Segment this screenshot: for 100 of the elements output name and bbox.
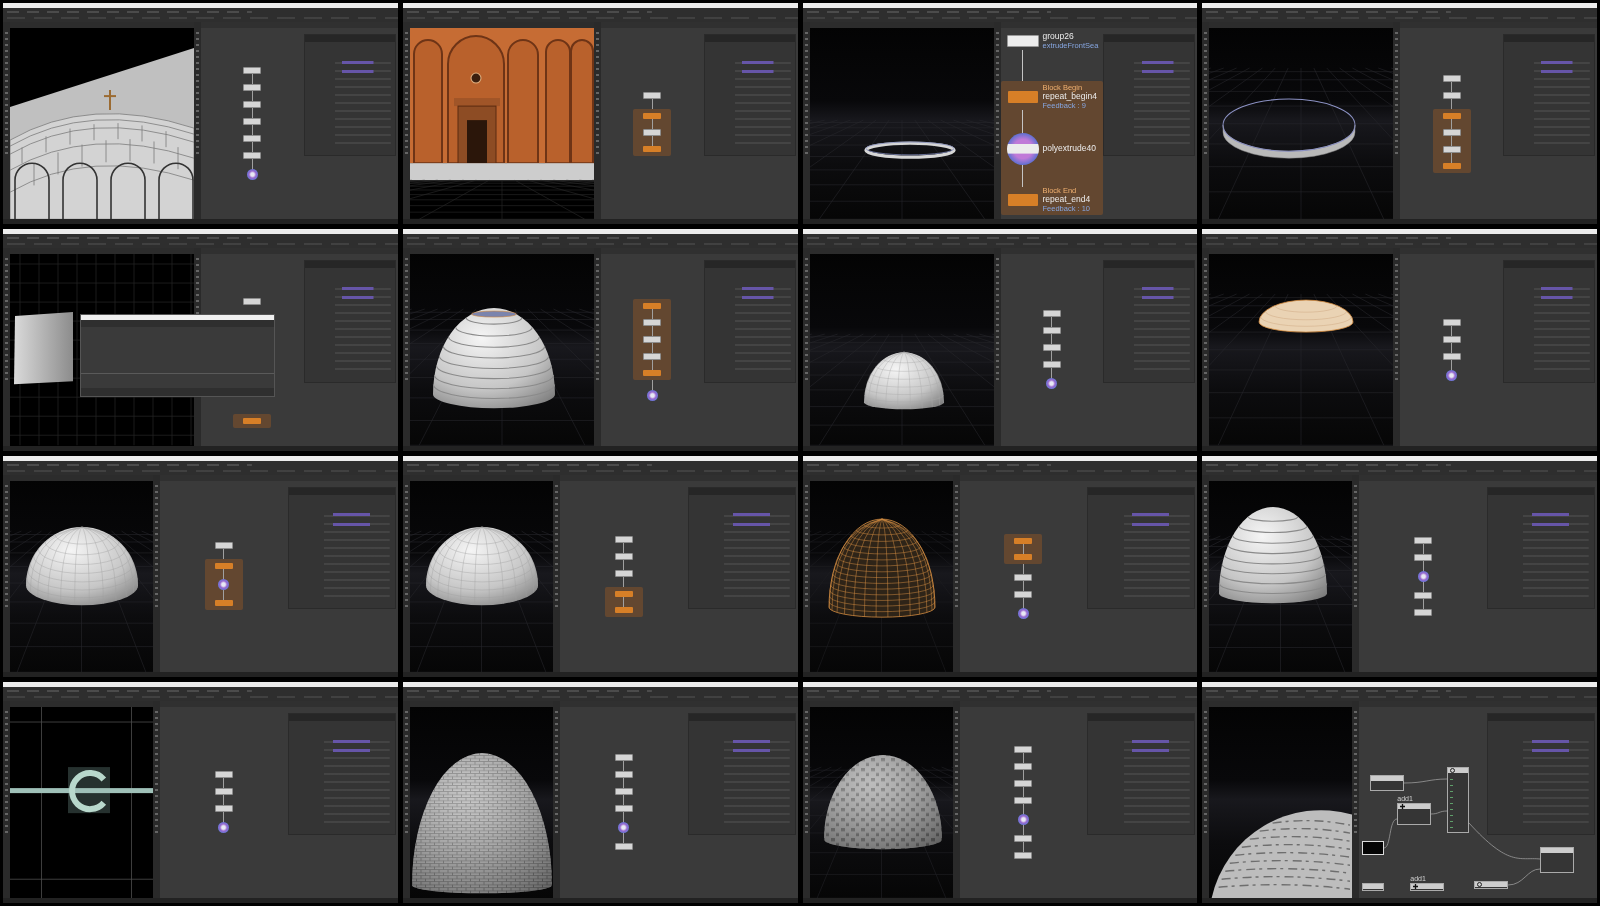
- network-node[interactable]: [1014, 553, 1033, 560]
- network-node[interactable]: [643, 318, 662, 326]
- network-node[interactable]: [1014, 573, 1033, 581]
- network-node[interactable]: [1442, 335, 1461, 343]
- network-node[interactable]: [1442, 318, 1461, 326]
- network-node[interactable]: [1014, 796, 1033, 804]
- network-node[interactable]: [614, 771, 633, 779]
- network-node[interactable]: [614, 805, 633, 813]
- network-node[interactable]: [214, 788, 233, 796]
- network-node[interactable]: [214, 805, 233, 813]
- network-node[interactable]: [243, 298, 262, 306]
- network-node[interactable]: [243, 67, 262, 75]
- node-wire: [1451, 325, 1453, 336]
- network-node[interactable]: [214, 542, 233, 550]
- network-node[interactable]: [643, 352, 662, 360]
- network-node[interactable]: [1442, 128, 1461, 136]
- network-node[interactable]: [1014, 762, 1033, 770]
- network-node[interactable]: [614, 754, 633, 762]
- network-node[interactable]: [1442, 162, 1461, 169]
- circle-icon: [1450, 767, 1456, 773]
- network-node[interactable]: [1442, 112, 1461, 119]
- node-wire: [1422, 598, 1424, 609]
- network-node[interactable]: [1046, 378, 1058, 390]
- network-node[interactable]: [1414, 553, 1433, 561]
- network-node[interactable]: [1014, 537, 1033, 544]
- network-node[interactable]: [1014, 745, 1033, 753]
- network-node[interactable]: [1042, 361, 1061, 369]
- network-node[interactable]: [1007, 194, 1038, 207]
- network-node[interactable]: [1014, 590, 1033, 598]
- network-node[interactable]: [643, 302, 662, 309]
- network-node[interactable]: [1042, 344, 1061, 352]
- network-node[interactable]: [614, 788, 633, 796]
- network-node[interactable]: [218, 822, 230, 834]
- network-node[interactable]: [1417, 570, 1429, 582]
- node-wire: [1430, 810, 1448, 815]
- network-node[interactable]: [243, 118, 262, 126]
- network-node[interactable]: [643, 145, 662, 152]
- network-node[interactable]: [618, 822, 630, 834]
- network-node[interactable]: [646, 389, 658, 401]
- network-node[interactable]: [1442, 352, 1461, 360]
- network-node[interactable]: [614, 535, 633, 543]
- network-node[interactable]: [1014, 779, 1033, 787]
- network-node[interactable]: [1442, 91, 1461, 99]
- node-wire: [1403, 778, 1448, 784]
- network-node[interactable]: [214, 563, 233, 570]
- network-node[interactable]: [246, 169, 258, 181]
- network-node[interactable]: [614, 606, 633, 613]
- network-node[interactable]: [1414, 591, 1433, 599]
- node-wire: [651, 379, 653, 390]
- network-node[interactable]: [1397, 802, 1432, 825]
- network-node[interactable]: [643, 91, 662, 99]
- network-node[interactable]: [1017, 607, 1029, 619]
- network-node[interactable]: [243, 152, 262, 160]
- network-node[interactable]: [1006, 34, 1039, 47]
- network-node[interactable]: [1446, 369, 1458, 381]
- network-node[interactable]: [1362, 882, 1385, 891]
- network-node[interactable]: [243, 101, 262, 109]
- network-node[interactable]: [1442, 145, 1461, 153]
- network-node[interactable]: [643, 112, 662, 119]
- node-wire: [223, 590, 225, 601]
- network-node[interactable]: [1370, 774, 1405, 791]
- network-node[interactable]: [218, 579, 230, 591]
- network-node[interactable]: [243, 135, 262, 143]
- node-wire: [1051, 334, 1053, 345]
- node-wire: [623, 576, 625, 587]
- network-node[interactable]: [1474, 880, 1509, 889]
- network-node[interactable]: [214, 600, 233, 607]
- network-node[interactable]: [1442, 74, 1461, 82]
- network-node[interactable]: [1014, 834, 1033, 842]
- network-node[interactable]: [1414, 608, 1433, 616]
- network-node[interactable]: [1017, 813, 1029, 825]
- network-node[interactable]: [214, 771, 233, 779]
- network-node[interactable]: [1006, 132, 1039, 165]
- plus-icon: [1400, 803, 1406, 809]
- network-node[interactable]: [1410, 882, 1445, 891]
- network-node[interactable]: [1042, 327, 1061, 335]
- node-wire: [651, 118, 653, 129]
- node-wire: [1451, 135, 1453, 146]
- node-wire: [251, 125, 253, 136]
- node-wire: [651, 325, 653, 336]
- network-node[interactable]: [643, 128, 662, 136]
- network-node[interactable]: [643, 335, 662, 343]
- network-node[interactable]: [1042, 310, 1061, 318]
- network-node[interactable]: [614, 552, 633, 560]
- network-node[interactable]: [1447, 766, 1470, 833]
- network-node[interactable]: [1007, 90, 1038, 103]
- network-node[interactable]: [243, 84, 262, 92]
- network-node[interactable]: [243, 417, 262, 424]
- network-node[interactable]: [643, 369, 662, 376]
- node-wire: [251, 142, 253, 153]
- node-wire: [1021, 164, 1023, 187]
- network-node[interactable]: [614, 569, 633, 577]
- network-node[interactable]: [1014, 851, 1033, 859]
- node-wire: [1507, 868, 1541, 886]
- network-node[interactable]: [1414, 536, 1433, 544]
- network-node[interactable]: [614, 843, 633, 851]
- network-node[interactable]: [1540, 846, 1575, 873]
- node-label: repeat_begin4: [1042, 92, 1097, 102]
- network-node[interactable]: [614, 590, 633, 597]
- color-swatch[interactable]: [1362, 840, 1385, 855]
